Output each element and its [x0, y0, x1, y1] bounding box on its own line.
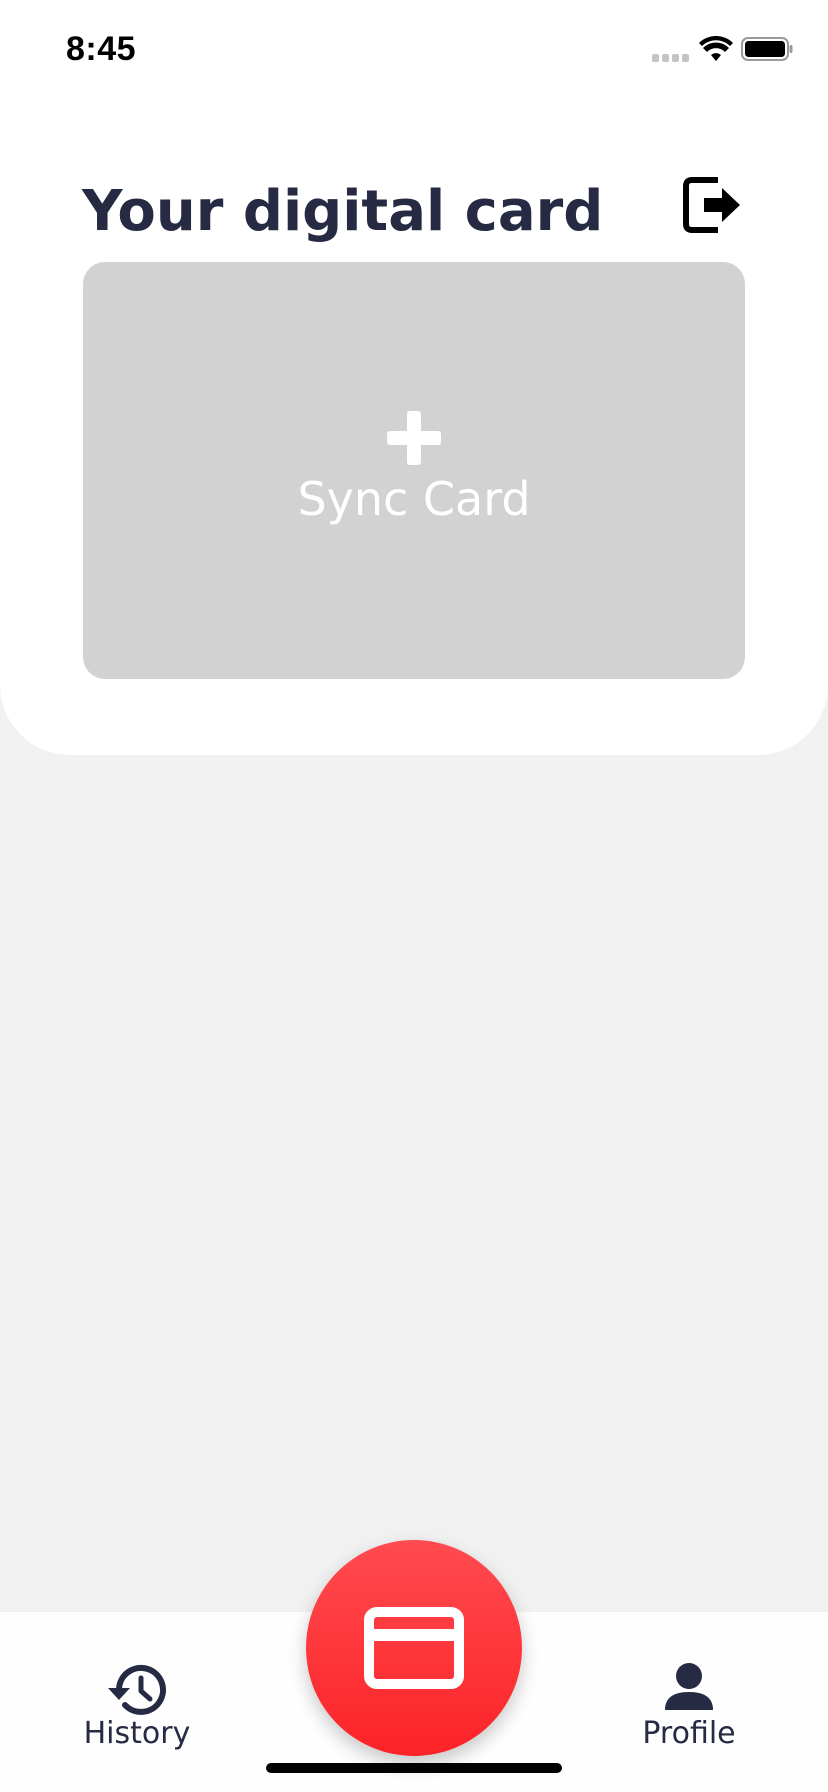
- plus-icon: [387, 411, 441, 465]
- sync-card-button[interactable]: Sync Card: [83, 262, 745, 679]
- profile-icon: [665, 1663, 713, 1710]
- nav-item-history[interactable]: History: [37, 1612, 237, 1762]
- home-indicator: [266, 1763, 562, 1773]
- nav-item-profile[interactable]: Profile: [589, 1612, 789, 1762]
- wifi-icon: [699, 36, 733, 61]
- logout-button[interactable]: [682, 174, 742, 236]
- nav-label-history: History: [83, 1716, 191, 1751]
- history-icon: [108, 1664, 166, 1715]
- sync-card-label: Sync Card: [297, 472, 531, 526]
- battery-icon: [741, 37, 793, 61]
- credit-card-icon: [364, 1607, 464, 1689]
- status-time: 8:45: [66, 30, 137, 68]
- page-title: Your digital card: [82, 179, 604, 244]
- status-bar: 8:45: [0, 0, 828, 100]
- cellular-signal-icon: [652, 54, 690, 62]
- nav-label-profile: Profile: [642, 1716, 736, 1751]
- card-fab-button[interactable]: [306, 1540, 522, 1756]
- header-panel: Your digital card Sync Card: [0, 0, 828, 755]
- logout-icon: [683, 177, 740, 233]
